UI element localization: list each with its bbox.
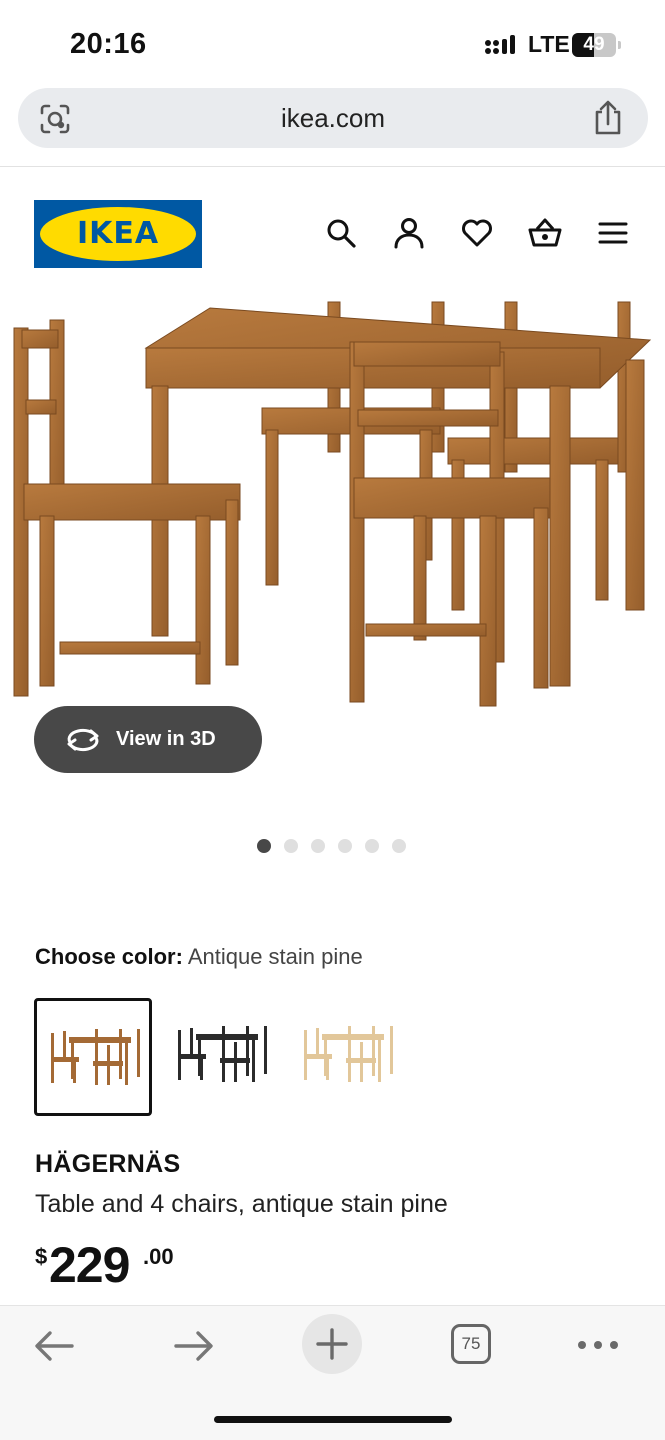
product-name: HÄGERNÄS xyxy=(35,1150,181,1178)
account-icon[interactable] xyxy=(392,216,426,250)
product-thumbnail xyxy=(178,1026,267,1082)
product-thumbnail xyxy=(51,1029,140,1085)
divider xyxy=(0,166,665,167)
share-icon[interactable] xyxy=(592,100,624,136)
status-time: 20:16 xyxy=(70,28,147,60)
menu-icon[interactable] xyxy=(596,216,630,250)
back-arrow-icon xyxy=(35,1331,74,1361)
forward-arrow-icon xyxy=(174,1331,213,1361)
battery-icon: 49 xyxy=(572,33,621,57)
color-option-pine[interactable] xyxy=(290,998,408,1116)
selected-color: Antique stain pine xyxy=(187,944,363,969)
more-icon xyxy=(578,1341,618,1349)
home-indicator[interactable] xyxy=(214,1416,452,1423)
status-bar: 20:16 LTE 49 xyxy=(0,0,665,80)
carousel-dot[interactable] xyxy=(284,839,298,853)
color-option-black-brown[interactable] xyxy=(164,998,282,1116)
tabs-button[interactable]: 75 xyxy=(451,1324,491,1364)
address-bar[interactable]: ikea.com xyxy=(18,88,648,148)
logo-text: IKEA xyxy=(76,216,160,251)
view-in-3d-label: View in 3D xyxy=(116,728,216,750)
ikea-logo[interactable]: IKEA xyxy=(34,200,202,268)
price-integer: 229 xyxy=(49,1237,130,1293)
network-type: LTE xyxy=(528,31,570,57)
new-tab-button[interactable] xyxy=(302,1314,362,1374)
product-description: Table and 4 chairs, antique stain pine xyxy=(35,1190,448,1218)
basket-icon[interactable] xyxy=(528,216,562,250)
plus-icon xyxy=(316,1328,348,1360)
product-thumbnail xyxy=(304,1026,393,1082)
color-option-antique-stain-pine[interactable] xyxy=(34,998,152,1116)
color-chooser-label: Choose color: xyxy=(35,944,183,969)
back-button[interactable] xyxy=(30,1324,94,1388)
search-icon[interactable] xyxy=(324,216,358,250)
carousel-dot[interactable] xyxy=(338,839,352,853)
price-decimal: .00 xyxy=(143,1244,174,1269)
heart-icon[interactable] xyxy=(460,216,494,250)
url-text[interactable]: ikea.com xyxy=(18,88,648,148)
color-chooser-heading: Choose color: Antique stain pine xyxy=(35,944,363,970)
carousel-dot[interactable] xyxy=(365,839,379,853)
carousel-dot[interactable] xyxy=(311,839,325,853)
product-image[interactable] xyxy=(0,290,665,730)
more-button[interactable] xyxy=(576,1324,640,1388)
price-currency: $ xyxy=(35,1244,48,1269)
signal-icon xyxy=(485,35,515,54)
carousel-dot[interactable] xyxy=(392,839,406,853)
carousel-dot[interactable] xyxy=(257,839,271,853)
tab-count: 75 xyxy=(461,1334,481,1353)
battery-level: 49 xyxy=(583,34,605,55)
rotate-3d-icon xyxy=(67,728,99,752)
view-in-3d-button[interactable]: View in 3D xyxy=(34,706,262,773)
forward-button[interactable] xyxy=(170,1324,234,1388)
